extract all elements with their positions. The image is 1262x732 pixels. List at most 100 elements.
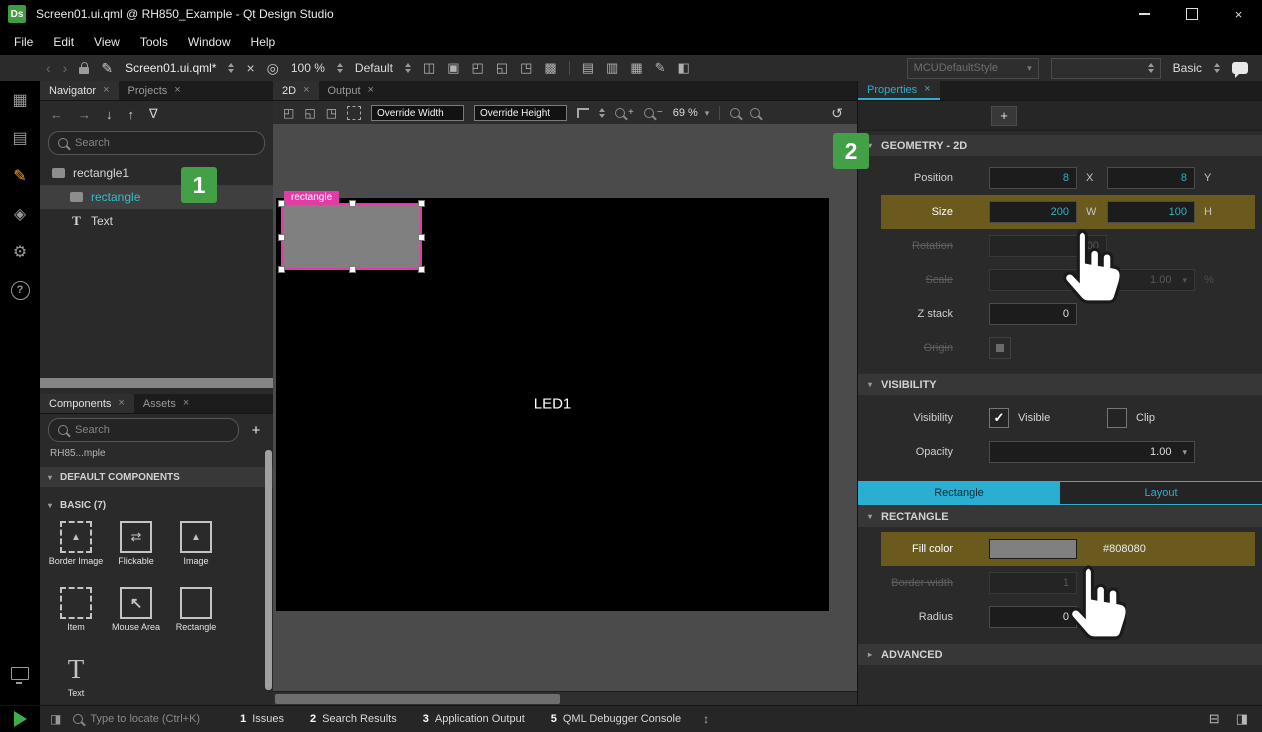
mode-toggle-icon[interactable]: ◨ (50, 712, 61, 726)
scrollbar-thumb[interactable] (275, 694, 560, 704)
pane-search-results[interactable]: 2Search Results (310, 713, 397, 725)
zoom-select[interactable]: 100 % (291, 61, 325, 75)
section-rectangle[interactable]: ▾ RECTANGLE (858, 505, 1262, 527)
opacity-field[interactable]: 1.00 ▾ (989, 441, 1195, 463)
duplicate-icon[interactable]: ◳ (520, 60, 532, 76)
override-height-field[interactable]: Override Height (474, 105, 567, 121)
resize-handle-n[interactable] (349, 200, 356, 207)
snapshot-icon[interactable]: ▣ (447, 60, 459, 76)
resize-handle-s[interactable] (349, 266, 356, 273)
visible-checkbox[interactable]: ✓ (989, 408, 1009, 428)
back-icon[interactable]: ‹ (46, 61, 51, 75)
position-x-field[interactable]: 8 (989, 167, 1077, 189)
grid-view-icon[interactable]: ▦ (630, 60, 642, 76)
list-icon[interactable]: ▤ (582, 60, 594, 76)
select-tool-icon[interactable]: ◰ (283, 106, 294, 120)
section-geometry[interactable]: ▾ GEOMETRY - 2D (858, 134, 1262, 156)
component-border-image[interactable]: ▲ Border Image (46, 521, 106, 585)
fill-color-hex[interactable]: #808080 (1103, 543, 1146, 555)
run-target-icon[interactable]: ◎ (267, 61, 279, 75)
visibility-toggle-icon[interactable]: ◫ (423, 60, 435, 76)
fill-color-swatch[interactable] (989, 539, 1077, 559)
menu-help[interactable]: Help (241, 35, 286, 49)
menu-window[interactable]: Window (178, 35, 241, 49)
tree-item-rectangle[interactable]: rectangle (40, 185, 273, 209)
resize-handle-se[interactable] (418, 266, 425, 273)
component-image[interactable]: ▲ Image (166, 521, 226, 585)
component-flickable[interactable]: ⇄ Flickable (106, 521, 166, 585)
ruler-tool-icon[interactable]: ◳ (326, 106, 337, 120)
pane-updown-icon[interactable]: ↕ (703, 712, 709, 726)
section-basic[interactable]: ▾ BASIC (7) (40, 495, 273, 515)
origin-selector[interactable] (989, 337, 1011, 359)
edit-file-icon[interactable]: ✎ (101, 61, 113, 75)
panel-splitter[interactable] (40, 378, 273, 388)
tab-assets[interactable]: Assets × (134, 394, 198, 413)
override-width-field[interactable]: Override Width (371, 105, 464, 121)
section-advanced[interactable]: ▸ ADVANCED (858, 643, 1262, 665)
menu-file[interactable]: File (4, 35, 43, 49)
add-module-button[interactable]: + (247, 422, 265, 439)
sidebar-toggle-icon[interactable]: ◨ (1236, 711, 1248, 727)
welcome-mode-icon[interactable]: ▦ (0, 81, 40, 119)
maximize-button[interactable] (1168, 0, 1215, 28)
close-tab-icon[interactable]: × (924, 84, 930, 95)
zoom-selection-icon[interactable] (730, 108, 740, 118)
component-mouse-area[interactable]: ↖ Mouse Area (106, 587, 166, 651)
kit-spinner[interactable] (405, 63, 411, 73)
resize-handle-nw[interactable] (278, 200, 285, 207)
close-tab-icon[interactable]: × (368, 85, 374, 96)
section-visibility[interactable]: ▾ VISIBILITY (858, 373, 1262, 395)
nav-forward-icon[interactable]: → (78, 107, 91, 122)
close-file-icon[interactable]: × (246, 61, 254, 75)
resize-handle-w[interactable] (278, 234, 285, 241)
component-text[interactable]: T Text (46, 653, 106, 706)
secondary-select-spinner[interactable] (1148, 63, 1154, 73)
pan-tool-icon[interactable]: ◱ (304, 106, 315, 120)
menu-view[interactable]: View (84, 35, 130, 49)
pane-application-output[interactable]: 3Application Output (423, 713, 525, 725)
style-select[interactable]: MCUDefaultStyle ▾ (907, 58, 1039, 79)
kit-monitor-icon[interactable] (11, 667, 29, 680)
tree-item-text[interactable]: T Text (40, 209, 273, 233)
move-up-icon[interactable]: ↑ (128, 107, 135, 122)
forward-icon[interactable]: › (63, 61, 68, 75)
minimize-button[interactable] (1121, 0, 1168, 28)
components-scrollbar[interactable] (265, 450, 272, 690)
tab-2d[interactable]: 2D × (273, 81, 319, 100)
close-tab-icon[interactable]: × (103, 85, 109, 96)
canvas-hscrollbar[interactable] (273, 691, 857, 706)
zoom-fit-icon[interactable] (750, 108, 760, 118)
component-rectangle[interactable]: Rectangle (166, 587, 226, 651)
filter-icon[interactable]: ∇ (149, 106, 158, 122)
section-default-components[interactable]: ▾ DEFAULT COMPONENTS (40, 467, 273, 487)
secondary-select[interactable] (1051, 58, 1161, 79)
size-width-field[interactable]: 200 (989, 201, 1077, 223)
nav-back-icon[interactable]: ← (50, 107, 63, 122)
theme-select[interactable]: Basic (1173, 61, 1202, 75)
tab-rectangle-properties[interactable]: Rectangle (858, 482, 1060, 504)
edit-mode-icon[interactable]: ▤ (0, 119, 40, 157)
close-button[interactable]: × (1215, 0, 1262, 28)
kit-select[interactable]: Default (355, 61, 393, 75)
merge-icon[interactable]: ▩ (544, 60, 556, 76)
add-property-button[interactable]: + (991, 106, 1017, 126)
tab-layout-properties[interactable]: Layout (1060, 482, 1262, 504)
position-y-field[interactable]: 8 (1107, 167, 1195, 189)
tab-components[interactable]: Components × (40, 394, 134, 413)
debug-mode-icon[interactable]: ◈ (0, 195, 40, 233)
zoom-in-icon[interactable]: + (615, 108, 634, 118)
close-tab-icon[interactable]: × (303, 85, 309, 96)
theme-spinner[interactable] (1214, 63, 1220, 73)
canvas-zoom-select[interactable]: 69 % ▾ (673, 107, 710, 119)
navigator-search-input[interactable]: Search (48, 131, 265, 155)
component-item[interactable]: Item (46, 587, 106, 651)
locator-input[interactable]: Type to locate (Ctrl+K) (73, 713, 200, 725)
screen-artboard[interactable]: LED1 rectangle (276, 198, 829, 611)
tab-projects[interactable]: Projects × (119, 81, 190, 100)
close-tab-icon[interactable]: × (118, 398, 124, 409)
artboard-text[interactable]: LED1 (276, 395, 829, 412)
resize-handle-ne[interactable] (418, 200, 425, 207)
terminal-icon[interactable]: ⊟ (1209, 711, 1220, 727)
menu-tools[interactable]: Tools (130, 35, 178, 49)
